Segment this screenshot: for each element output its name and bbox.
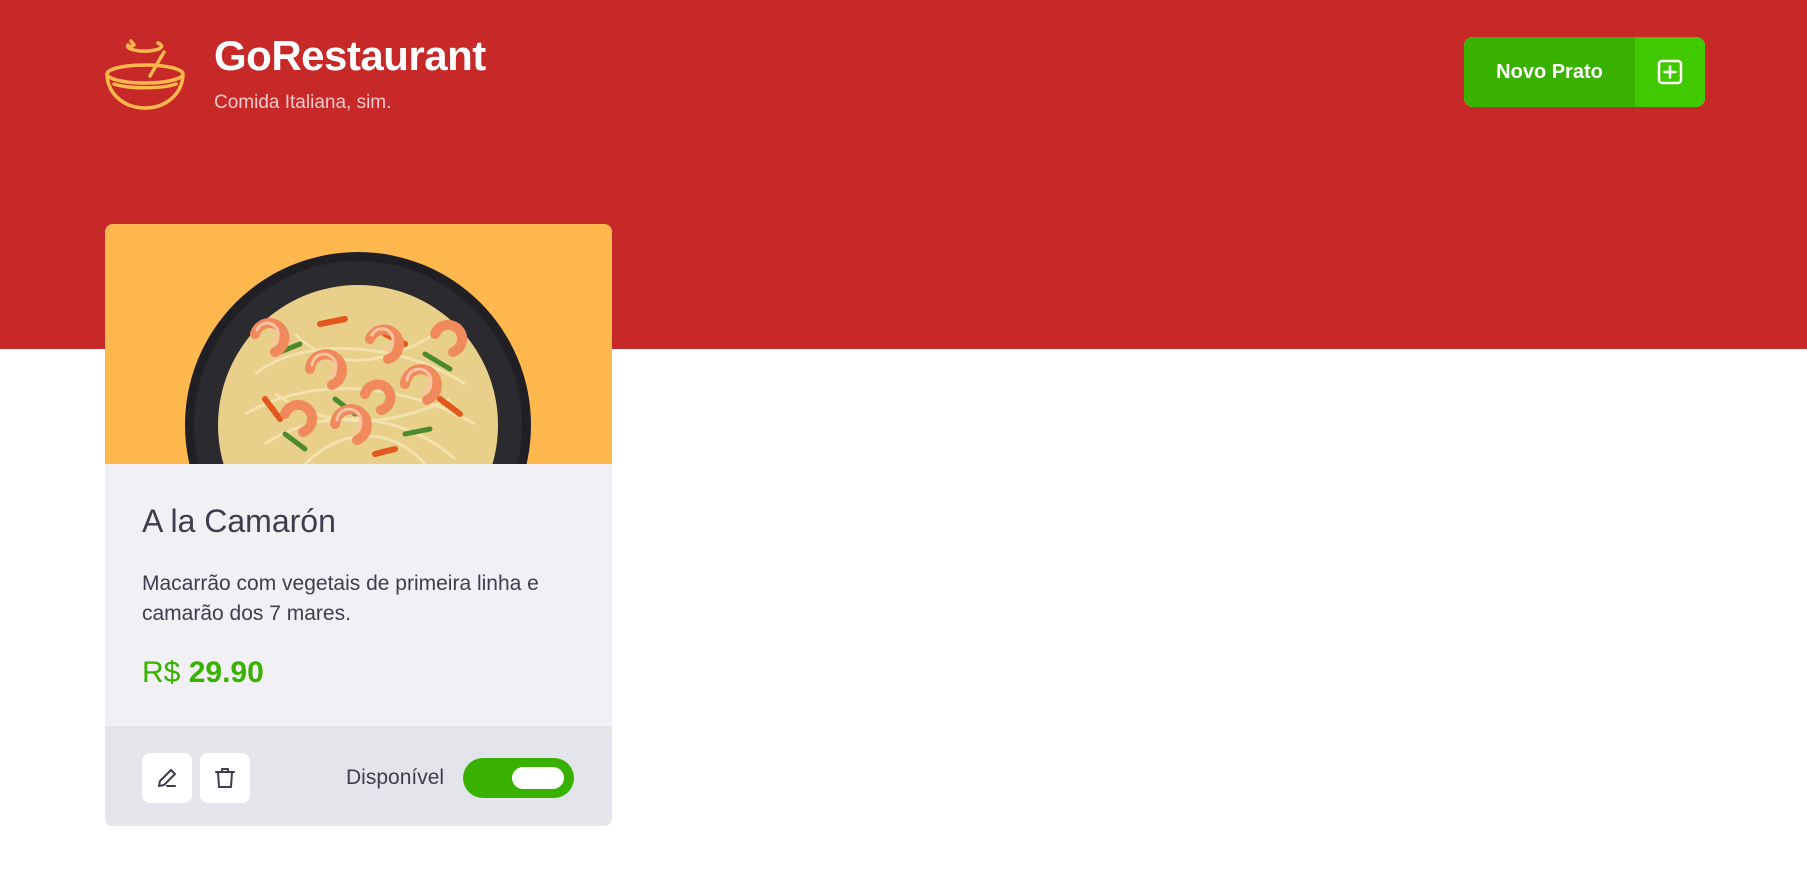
delete-button[interactable]	[200, 753, 250, 803]
new-dish-button[interactable]: Novo Prato	[1464, 37, 1705, 107]
new-dish-button-label: Novo Prato	[1464, 37, 1635, 107]
edit-button[interactable]	[142, 753, 192, 803]
dish-name: A la Camarón	[142, 503, 336, 539]
availability-toggle[interactable]	[463, 758, 574, 798]
food-card-body: A la Camarón Macarrão com vegetais de pr…	[105, 464, 612, 726]
dish-price: R$ 29.90	[142, 656, 575, 690]
brand: GoRestaurant Comida Italiana, sim.	[104, 32, 486, 114]
price-currency: R$	[142, 656, 181, 689]
food-card-footer: Disponível	[105, 726, 612, 826]
food-image	[105, 224, 612, 464]
plus-square-icon	[1635, 37, 1705, 107]
shrimp-pasta-dish-image	[185, 252, 531, 464]
price-value: 29.90	[188, 656, 264, 689]
trash-icon	[215, 768, 235, 788]
food-card: A la Camarón Macarrão com vegetais de pr…	[105, 224, 612, 826]
dish-description: Macarrão com vegetais de primeira linha …	[142, 572, 539, 625]
brand-subtitle: Comida Italiana, sim.	[214, 92, 392, 113]
pencil-icon	[158, 769, 176, 787]
brand-title: GoRestaurant	[214, 32, 486, 79]
availability-label: Disponível	[346, 766, 445, 789]
bowl-icon	[105, 39, 185, 110]
toggle-knob	[512, 767, 564, 789]
